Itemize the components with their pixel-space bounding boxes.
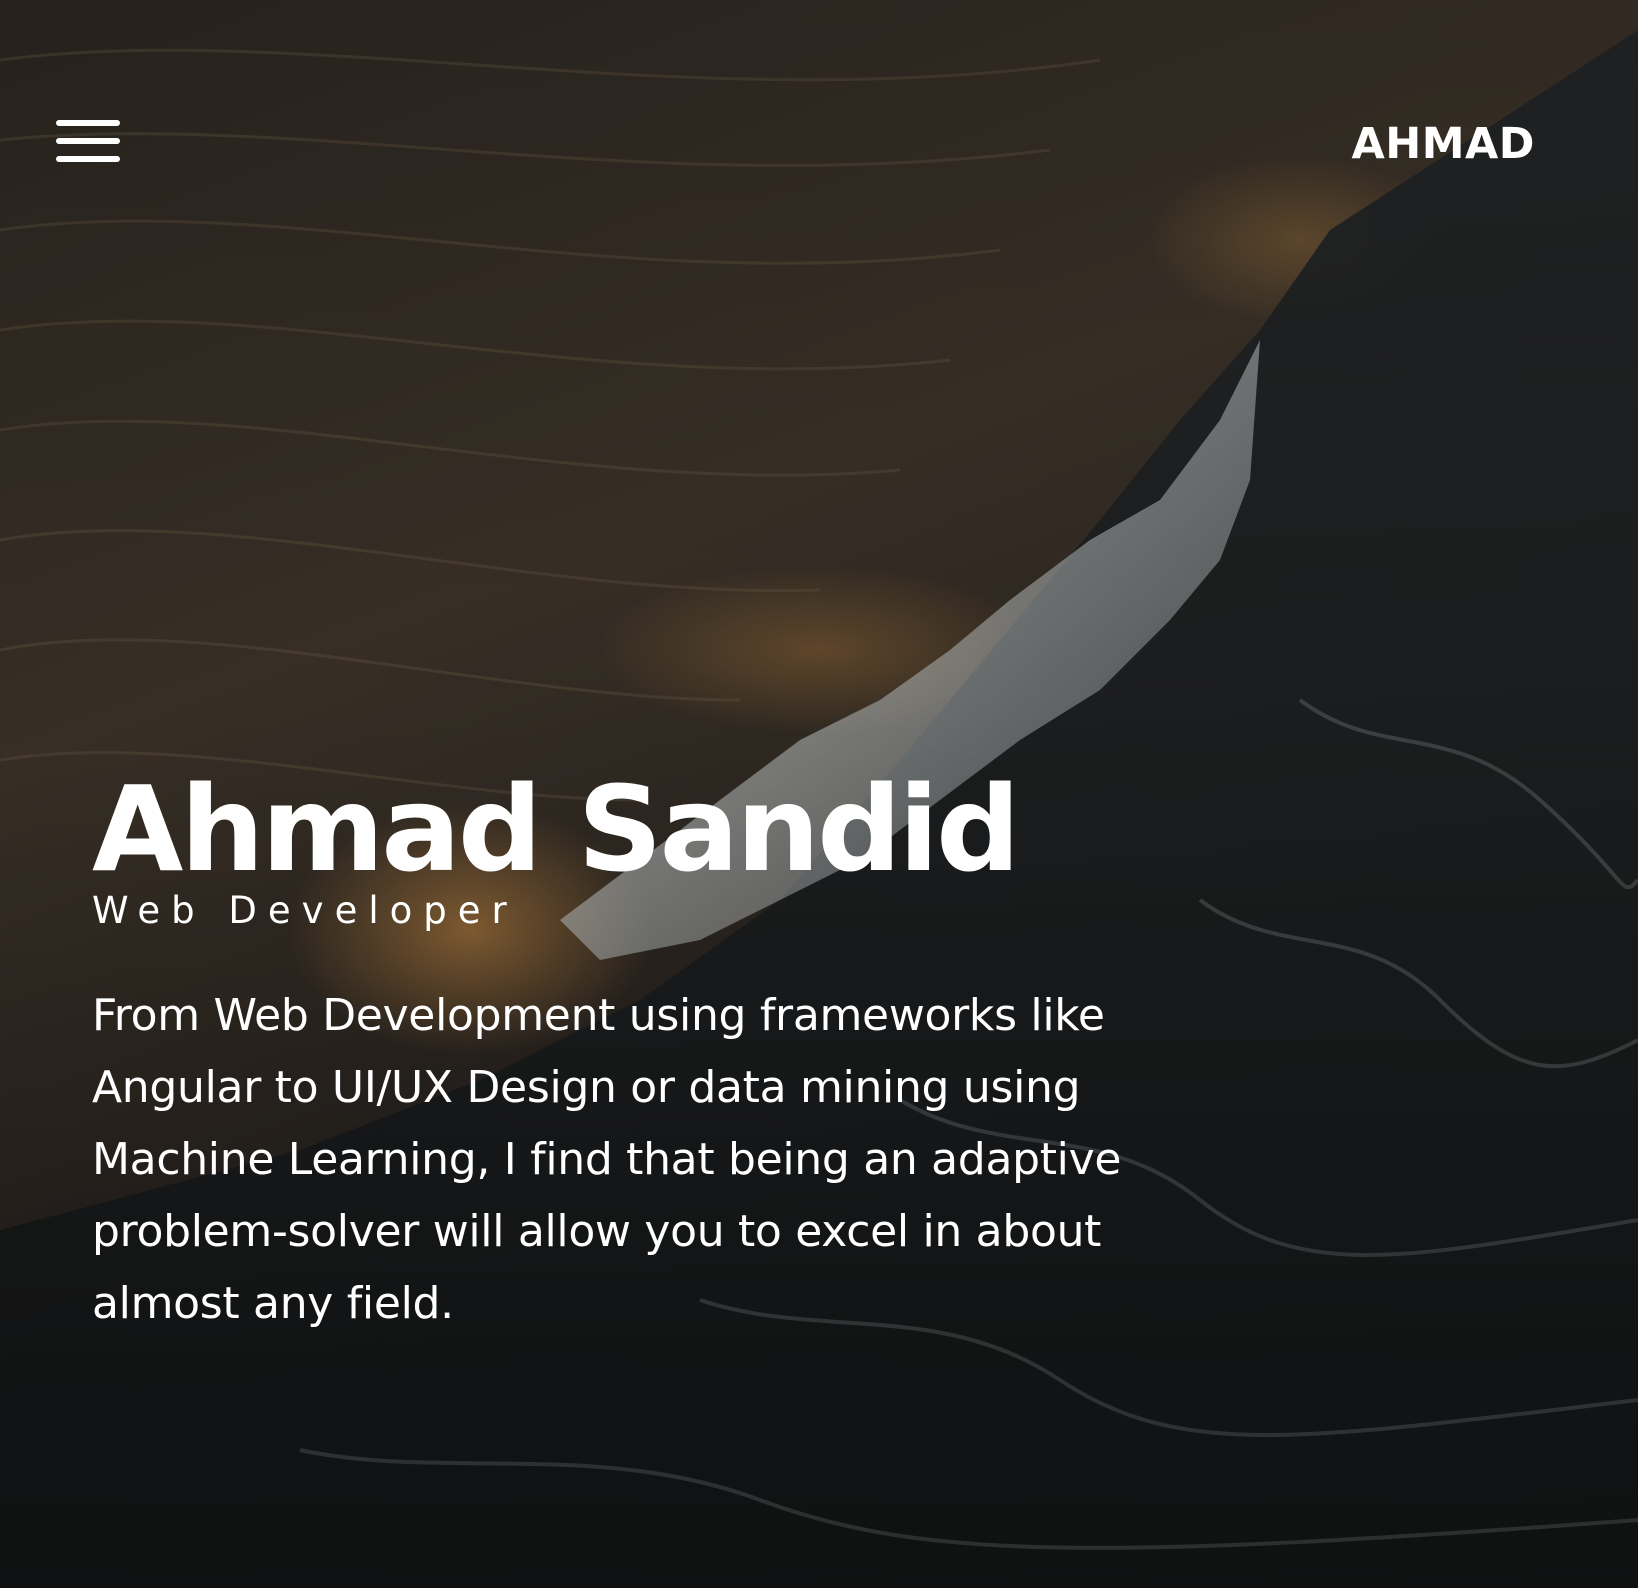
brand-logo-text[interactable]: AHMAD <box>1351 116 1535 172</box>
hero-name-heading: Ahmad Sandid <box>92 760 1020 898</box>
menu-bar <box>56 138 120 144</box>
menu-bar <box>56 120 120 126</box>
hero-section: Ahmad Sandid Web Developer From Web Deve… <box>92 760 1272 1384</box>
menu-bar <box>56 156 120 162</box>
hero-bio-paragraph: From Web Development using frameworks li… <box>92 990 1122 1329</box>
hamburger-menu-icon[interactable] <box>54 118 122 166</box>
